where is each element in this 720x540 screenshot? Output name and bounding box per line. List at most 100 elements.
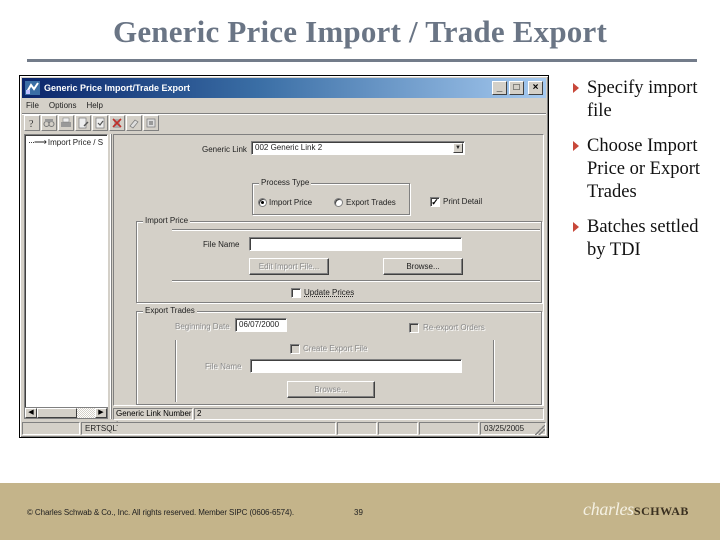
print-detail-checkbox[interactable]: ✓ [430,197,440,207]
menu-options[interactable]: Options [49,99,77,113]
divider [493,340,495,402]
export-button[interactable] [143,115,159,131]
help-button[interactable]: ? [24,115,40,131]
copyright-text: © Charles Schwab & Co., Inc. All rights … [27,508,295,517]
binoculars-icon [43,119,55,127]
slide-title: Generic Price Import / Trade Export [113,14,607,49]
bullet-triangle-icon [573,141,579,151]
checklist-icon [95,117,105,129]
reexport-orders-checkbox[interactable] [409,323,419,333]
radio-import-price-label[interactable]: Import Price [269,198,312,207]
divider [172,229,540,231]
tree-item-import-price[interactable]: ···⟶ Import Price / S [28,137,103,148]
menu-help[interactable]: Help [86,99,102,113]
tree-item-label: Import Price / S [47,138,104,147]
find-button[interactable] [41,115,57,131]
print-button[interactable] [58,115,74,131]
minimize-button[interactable]: _ [492,81,507,95]
bullet-triangle-icon [573,222,579,232]
delete-icon [112,118,122,128]
svg-text:?: ? [29,119,34,129]
import-file-name-input[interactable] [249,237,462,251]
pane-splitter[interactable] [110,134,112,419]
bullet-triangle-icon [573,83,579,93]
radio-export-trades[interactable] [334,198,343,207]
toolbar: ? [24,115,159,133]
browse-export-button[interactable]: Browse... [287,381,375,398]
bullet-text: Choose Import Price or Export Trades [587,136,701,202]
export-trades-label: Export Trades [143,306,197,315]
navigation-tree[interactable]: ···⟶ Import Price / S [24,134,108,419]
window-titlebar[interactable]: Generic Price Import/Trade Export _ □ × [22,78,546,98]
app-window: Generic Price Import/Trade Export _ □ × … [19,75,549,438]
radio-export-trades-label[interactable]: Export Trades [346,198,396,207]
delete-button[interactable] [109,115,125,131]
tree-horizontal-scrollbar[interactable]: ◀ ▶ [24,407,108,419]
update-prices-checkbox[interactable] [291,288,301,298]
status-panel-empty [22,422,80,435]
import-price-group: Import Price File Name Edit Import File.… [136,216,542,303]
browse-import-button[interactable]: Browse... [383,258,463,275]
beginning-date-value: 06/07/2000 [239,320,280,329]
scroll-thumb[interactable] [37,408,77,418]
page-number: 39 [354,508,363,517]
print-detail-label[interactable]: Print Detail [443,197,482,206]
generic-link-value: 002 Generic Link 2 [255,143,323,152]
form-pane: Generic Link 002 Generic Link 2 ▼ Proces… [113,134,544,406]
bullet-text: Specify import file [587,78,698,121]
generic-link-label: Generic Link [202,145,247,154]
maximize-button[interactable]: □ [509,81,524,95]
logo-script: charles [583,499,634,519]
bullet-list: Specify import file Choose Import Price … [571,77,720,274]
create-export-file-checkbox[interactable] [290,344,300,354]
resize-grip-icon[interactable] [535,425,545,435]
window-title: Generic Price Import/Trade Export [44,83,191,93]
export-file-name-label: File Name [205,362,242,371]
create-export-file-label[interactable]: Create Export File [303,344,367,353]
bullet-item: Batches settled by TDI [571,216,720,262]
import-price-label: Import Price [143,216,191,225]
menu-file[interactable]: File [26,99,39,113]
scroll-left-icon[interactable]: ◀ [25,408,37,418]
status-panel [419,422,479,435]
check-button[interactable] [92,115,108,131]
export-icon [146,118,156,128]
divider [175,340,177,402]
radio-import-price[interactable] [258,198,267,207]
bullet-item: Choose Import Price or Export Trades [571,135,720,204]
schwab-logo: charlesSCHWAB [583,499,689,520]
import-file-name-label: File Name [203,240,240,249]
export-file-name-input[interactable] [250,359,462,373]
update-prices-label[interactable]: Update Prices [304,288,354,297]
beginning-date-label: Beginning Date [175,322,230,331]
print-icon [61,117,71,127]
close-button[interactable]: × [528,81,543,95]
generic-link-select[interactable]: 002 Generic Link 2 ▼ [251,141,465,155]
tree-arrow-icon: ···⟶ [28,137,47,147]
bullet-item: Specify import file [571,77,720,123]
slide-footer: © Charles Schwab & Co., Inc. All rights … [0,483,720,540]
reexport-orders-label[interactable]: Re-export Orders [423,323,485,332]
link-number-label: Generic Link Number : [113,408,193,428]
bullet-text: Batches settled by TDI [587,217,699,260]
beginning-date-input[interactable]: 06/07/2000 [235,318,287,332]
clear-button[interactable] [126,115,142,131]
process-type-label: Process Type [259,178,312,187]
divider [172,280,540,282]
status-panel [378,422,418,435]
scroll-right-icon[interactable]: ▶ [95,408,107,418]
logo-caps: SCHWAB [633,504,689,518]
edit-document-icon [78,117,89,129]
menu-bar: File Options Help [22,99,546,113]
status-db: ERTSQL [81,422,336,435]
eraser-icon [129,119,139,129]
process-type-group: Process Type Import Price Export Trades [252,178,410,215]
link-number-value: 2 [194,408,544,420]
edit-import-file-button[interactable]: Edit Import File... [249,258,329,275]
status-bar: ERTSQL 03/25/2005 [22,421,546,436]
chevron-down-icon[interactable]: ▼ [453,143,463,153]
status-panel [337,422,377,435]
edit-button[interactable] [75,115,91,131]
app-icon [25,81,40,95]
export-trades-group: Export Trades Beginning Date 06/07/2000 … [136,306,542,405]
